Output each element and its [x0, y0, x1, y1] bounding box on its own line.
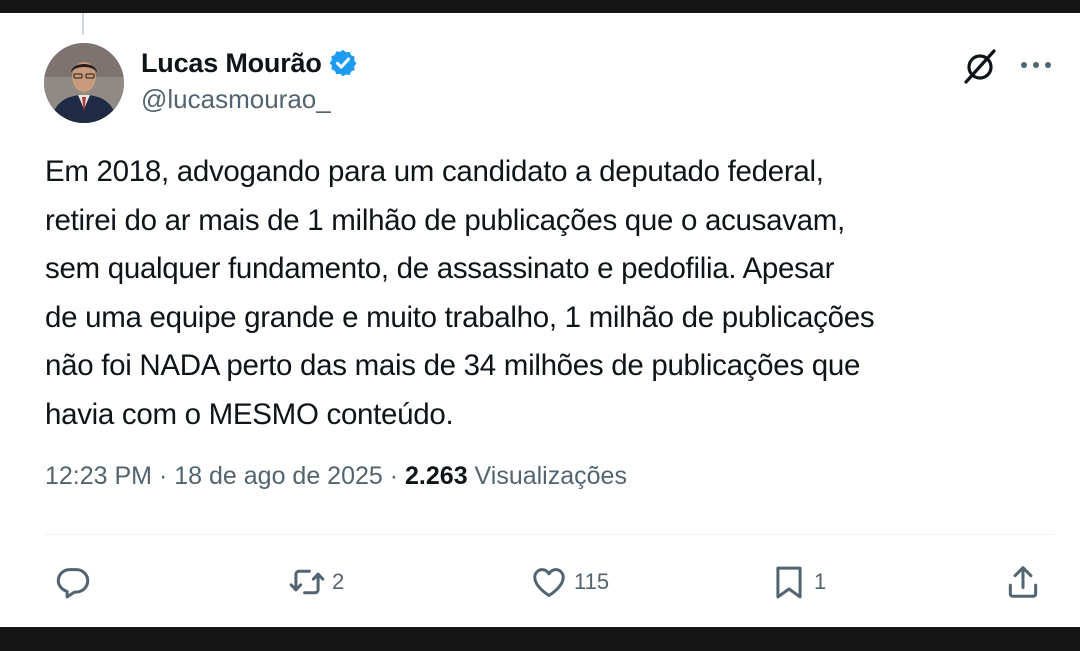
tweet-meta: 12:23 PM · 18 de ago de 2025 · 2.263 Vis… — [45, 462, 627, 491]
reply-icon — [56, 568, 90, 599]
bottom-frame-bar — [0, 627, 1080, 651]
bookmark-button[interactable]: 1 — [770, 562, 826, 602]
top-frame-bar — [0, 0, 1080, 13]
author-name-row: Lucas Mourão — [141, 44, 358, 82]
meta-separator: · — [158, 462, 168, 490]
share-icon — [1008, 566, 1038, 598]
author-display-name[interactable]: Lucas Mourão — [141, 48, 322, 79]
bookmark-count: 1 — [814, 569, 827, 594]
retweet-count: 2 — [332, 569, 345, 594]
like-count: 115 — [574, 569, 610, 594]
views-count: 2.263 — [405, 462, 468, 490]
thread-connector-line — [82, 13, 84, 35]
share-button[interactable] — [1004, 562, 1042, 602]
reply-button[interactable] — [54, 562, 92, 602]
avatar[interactable] — [44, 43, 124, 123]
like-button[interactable]: 115 — [530, 562, 609, 602]
heart-icon — [533, 568, 565, 597]
verified-badge-icon — [329, 49, 357, 77]
retweet-button[interactable]: 2 — [288, 562, 344, 602]
tweet-text-line: sem qualquer fundamento, de assassinato … — [45, 252, 835, 285]
retweet-icon — [289, 569, 325, 595]
tweet-time[interactable]: 12:23 PM — [45, 462, 152, 490]
tweet-text-line: retirei do ar mais de 1 milhão de public… — [45, 203, 845, 237]
author-handle[interactable]: @lucasmourao_ — [141, 84, 331, 115]
tweet-text: Em 2018, advogando para um candidato a d… — [45, 148, 1060, 439]
tweet-text-line: Em 2018, advogando para um candidato a d… — [45, 155, 824, 188]
divider — [45, 534, 1055, 535]
tweet-date[interactable]: 18 de ago de 2025 — [174, 462, 383, 490]
grok-icon[interactable] — [958, 46, 1002, 86]
meta-separator: · — [389, 462, 399, 490]
bookmark-icon — [776, 566, 802, 599]
more-options-icon[interactable] — [1018, 50, 1054, 80]
views-label: Visualizações — [474, 462, 627, 490]
tweet-text-line: havia com o MESMO conteúdo. — [45, 397, 454, 431]
tweet-text-line: não foi NADA perto das mais de 34 milhõe… — [45, 349, 861, 382]
tweet-text-line: de uma equipe grande e muito trabalho, 1… — [45, 300, 875, 334]
